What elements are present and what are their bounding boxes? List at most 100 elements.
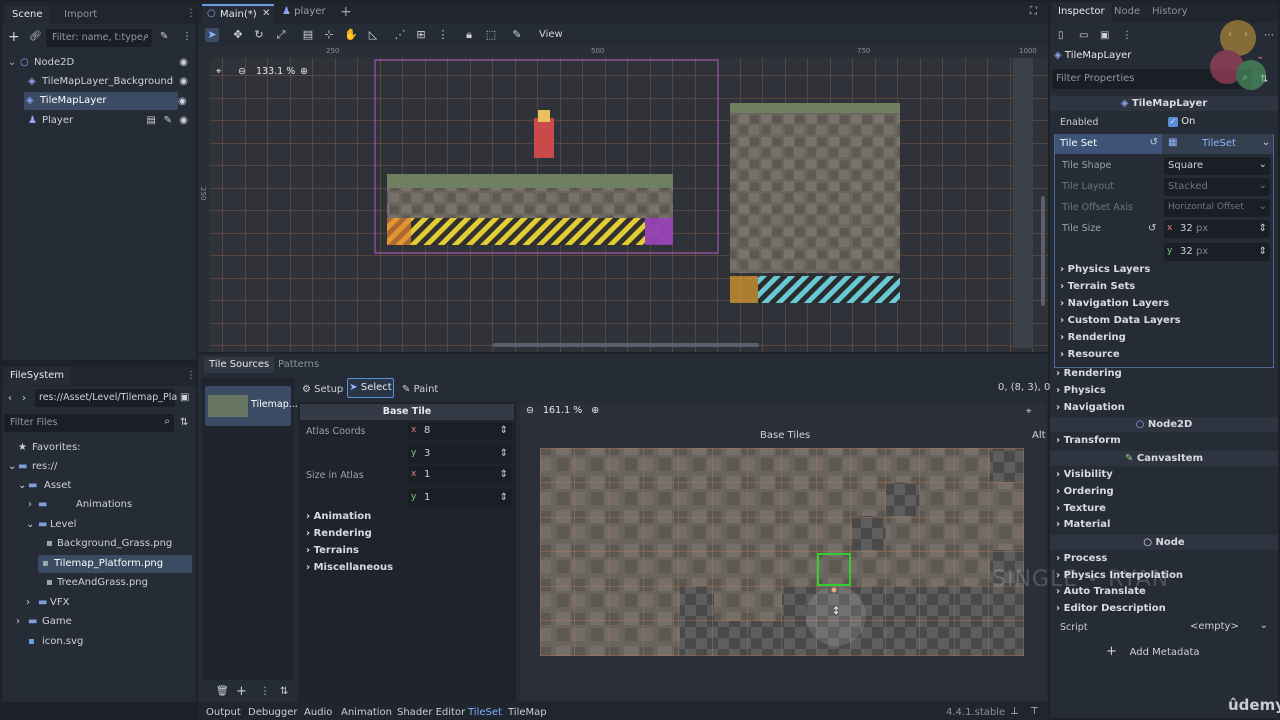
group-physics-layers[interactable]: › Physics Layers bbox=[1060, 264, 1150, 275]
select-tool-icon[interactable]: ➤ bbox=[205, 28, 219, 42]
delete-source-icon[interactable]: 🗑︎ bbox=[216, 686, 229, 697]
zoom-out-icon[interactable]: ⊖ bbox=[526, 405, 534, 416]
spin-icon[interactable]: ⇕ bbox=[500, 425, 508, 436]
tab-patterns[interactable]: Patterns bbox=[273, 357, 324, 373]
tab-import[interactable]: Import bbox=[58, 6, 103, 24]
group-icon[interactable]: ⬚ bbox=[484, 28, 498, 42]
bone-icon[interactable]: ✎ bbox=[510, 28, 524, 42]
mode-paint-button[interactable]: ✎ Paint bbox=[402, 382, 438, 398]
view-menu[interactable]: View bbox=[539, 29, 563, 40]
pin-icon[interactable]: ⊥ bbox=[1010, 706, 1019, 717]
tab-main[interactable]: ○ Main(*) ✕ bbox=[202, 4, 274, 24]
folder-res[interactable]: ⌄ ▬ res:// bbox=[6, 458, 192, 476]
dock-menu-icon[interactable]: ⋮ bbox=[186, 8, 196, 19]
path-field[interactable]: res://Asset/Level/Tilemap_Pla bbox=[35, 389, 177, 407]
rotate-tool-icon[interactable]: ↻ bbox=[252, 28, 266, 42]
visibility-eye-icon[interactable]: ◉ bbox=[179, 54, 188, 72]
group-terrain-sets[interactable]: › Terrain Sets bbox=[1060, 281, 1135, 292]
add-tab-icon[interactable]: + bbox=[340, 4, 352, 20]
group-rendering[interactable]: › Rendering bbox=[306, 528, 372, 539]
move-tool-icon[interactable]: ✥ bbox=[231, 28, 245, 42]
group-terrains[interactable]: › Terrains bbox=[306, 545, 359, 556]
file-icon-svg[interactable]: ▪ icon.svg bbox=[6, 633, 192, 651]
group-ordering[interactable]: › Ordering bbox=[1056, 486, 1114, 497]
scale-tool-icon[interactable]: ⤢ bbox=[274, 28, 288, 42]
list-tool-icon[interactable]: ▤ bbox=[301, 28, 315, 42]
group-material[interactable]: › Material bbox=[1056, 519, 1110, 530]
group-tileset-rendering[interactable]: › Rendering bbox=[1060, 332, 1126, 343]
atlas-coords-y[interactable]: y 3 ⇕ bbox=[408, 445, 512, 463]
favorites-item[interactable]: ★ Favorites: bbox=[6, 439, 192, 457]
enabled-checkbox[interactable]: ✓ On bbox=[1168, 116, 1195, 127]
size-in-atlas-x[interactable]: x 1 ⇕ bbox=[408, 466, 512, 484]
grid-icon[interactable]: ⊞ bbox=[414, 28, 428, 42]
add-source-icon[interactable]: + bbox=[236, 684, 247, 699]
script-icon[interactable]: ✎ bbox=[160, 31, 168, 42]
group-animation[interactable]: › Animation bbox=[306, 511, 371, 522]
tab-node[interactable]: Node bbox=[1108, 3, 1146, 21]
group-rendering[interactable]: › Rendering bbox=[1056, 368, 1122, 379]
source-menu-icon[interactable]: ⋮ bbox=[260, 686, 270, 697]
center-view-icon[interactable]: ⌖ bbox=[216, 66, 221, 77]
center-view-icon[interactable]: ⌖ bbox=[1026, 406, 1032, 417]
tab-player[interactable]: ♟ player bbox=[282, 6, 326, 24]
file-tilemap-platform[interactable]: ▪ Tilemap_Platform.png bbox=[38, 555, 192, 573]
canvas-viewport[interactable]: 250 500 750 1000 250 ⌖ ⊖ 133.1 % ⊕ bbox=[198, 46, 1048, 352]
open-folder-icon[interactable]: ▭ bbox=[1079, 30, 1088, 41]
folder-asset[interactable]: ⌄ ▬ Asset bbox=[6, 477, 192, 495]
snap-icon[interactable]: ⋰ bbox=[393, 28, 407, 42]
group-custom-data-layers[interactable]: › Custom Data Layers bbox=[1060, 315, 1181, 326]
mode-setup-button[interactable]: ⚙ Setup bbox=[302, 382, 343, 398]
ruler-tool-icon[interactable]: ◺ bbox=[366, 28, 380, 42]
visibility-eye-icon[interactable]: ◉ bbox=[179, 73, 188, 91]
sort-sources-icon[interactable]: ⇅ bbox=[280, 686, 288, 697]
scene-filter-input[interactable]: Filter: name, t:type, ⌕ bbox=[46, 29, 152, 47]
tab-shader-editor[interactable]: Shader Editor bbox=[397, 707, 465, 718]
mode-select-button[interactable]: ➤ Select bbox=[347, 378, 394, 398]
zoom-in-icon[interactable]: ⊕ bbox=[300, 66, 308, 77]
tab-tileset[interactable]: TileSet bbox=[468, 707, 502, 718]
tab-audio[interactable]: Audio bbox=[304, 707, 332, 718]
link-icon[interactable]: 🔗︎ bbox=[29, 31, 42, 42]
tab-animation[interactable]: Animation bbox=[341, 707, 392, 718]
back-arrow-icon[interactable]: ‹ bbox=[8, 393, 12, 404]
group-physics[interactable]: › Physics bbox=[1056, 385, 1106, 396]
file-tree-and-grass[interactable]: ▪ TreeAndGrass.png bbox=[6, 574, 192, 592]
tab-scene[interactable]: Scene bbox=[6, 6, 49, 24]
zoom-out-icon[interactable]: ⊖ bbox=[238, 66, 246, 77]
close-icon[interactable]: ✕ bbox=[262, 8, 270, 19]
pivot-tool-icon[interactable]: ⊹ bbox=[322, 28, 336, 42]
zoom-in-icon[interactable]: ⊕ bbox=[591, 405, 599, 416]
sort-icon[interactable]: ⇅ bbox=[180, 417, 188, 428]
visibility-eye-icon[interactable]: ◉ bbox=[179, 112, 188, 130]
script-select[interactable]: <empty> ⌄ bbox=[1162, 618, 1270, 636]
spin-icon[interactable]: ⇕ bbox=[500, 448, 508, 459]
folder-vfx[interactable]: › ▬ VFX bbox=[6, 594, 192, 612]
tree-node-node2d[interactable]: ⌄ ○ Node2D ◉ bbox=[6, 54, 192, 72]
atlas-view[interactable]: ⊖ 161.1 % ⊕ ⌖ Base Tiles Alt ↕ bbox=[520, 402, 1046, 700]
file-background-grass[interactable]: ▪ Background_Grass.png bbox=[6, 535, 192, 553]
folder-game[interactable]: › ▬ Game bbox=[6, 613, 192, 631]
group-navigation-layers[interactable]: › Navigation Layers bbox=[1060, 298, 1169, 309]
add-metadata-button[interactable]: + Add Metadata bbox=[1106, 643, 1226, 661]
new-resource-icon[interactable]: ▯ bbox=[1058, 30, 1064, 41]
tree-node-tilemaplayer[interactable]: ◈ TileMapLayer bbox=[24, 92, 178, 110]
tab-history[interactable]: History bbox=[1146, 3, 1194, 21]
tree-node-tilemaplayer-background[interactable]: ◈ TileMapLayer_Background ◉ bbox=[6, 73, 192, 91]
tab-inspector[interactable]: Inspector bbox=[1052, 3, 1111, 21]
tab-filesystem[interactable]: FileSystem bbox=[4, 367, 71, 385]
tab-debugger[interactable]: Debugger bbox=[248, 707, 298, 718]
pan-tool-icon[interactable]: ✋ bbox=[344, 28, 358, 42]
source-item[interactable]: Tilemap... bbox=[205, 386, 298, 426]
split-view-icon[interactable]: ▣ bbox=[180, 392, 189, 403]
group-texture[interactable]: › Texture bbox=[1056, 503, 1106, 514]
group-editor-description[interactable]: › Editor Description bbox=[1056, 603, 1166, 614]
dock-menu-icon[interactable]: ⋮ bbox=[186, 370, 196, 381]
add-node-icon[interactable]: + bbox=[8, 29, 20, 45]
filter-files-input[interactable]: Filter Files ⌕ bbox=[4, 414, 174, 432]
group-navigation[interactable]: › Navigation bbox=[1056, 402, 1125, 413]
group-miscellaneous[interactable]: › Miscellaneous bbox=[306, 562, 393, 573]
inspector-menu-icon[interactable]: ⋮ bbox=[1122, 30, 1132, 41]
tab-tile-sources[interactable]: Tile Sources bbox=[204, 357, 275, 373]
forward-arrow-icon[interactable]: › bbox=[22, 393, 26, 404]
